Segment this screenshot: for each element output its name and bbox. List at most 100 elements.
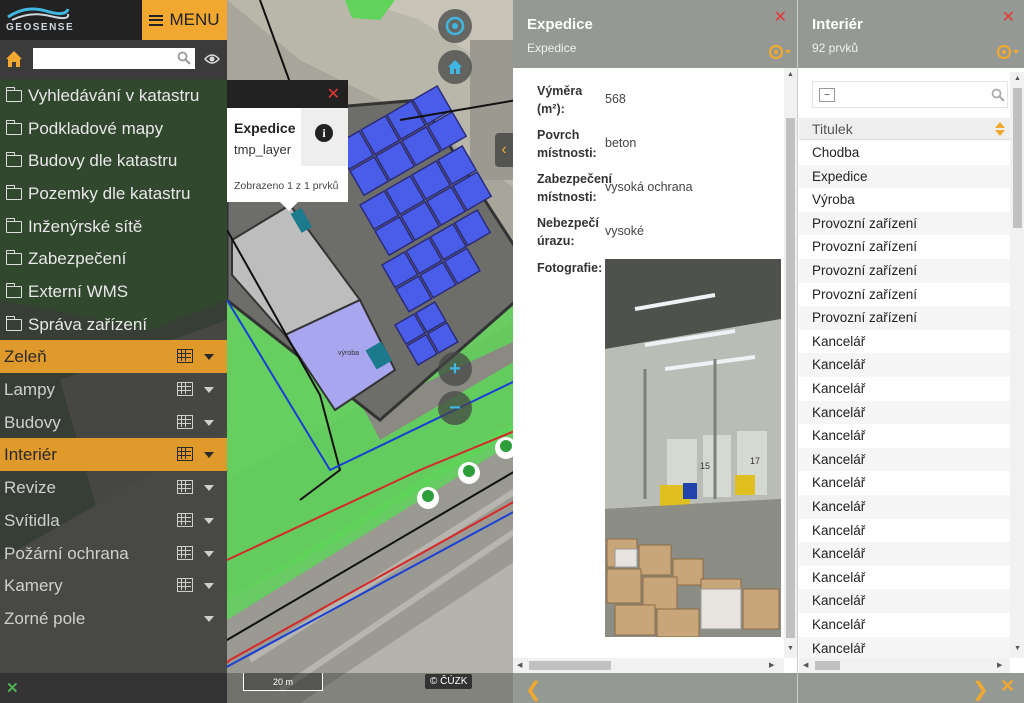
folder-sprava-zarizeni[interactable]: Správa zařízení bbox=[0, 308, 227, 341]
list-item[interactable]: Kancelář bbox=[799, 519, 1010, 543]
list-item[interactable]: Kancelář bbox=[799, 613, 1010, 637]
scroll-left-icon[interactable]: ◀ bbox=[803, 661, 808, 669]
layer-budovy[interactable]: Budovy bbox=[0, 406, 227, 439]
search-icon[interactable] bbox=[177, 51, 191, 65]
folder-budovy[interactable]: Budovy dle katastru bbox=[0, 144, 227, 177]
scrollbar-thumb[interactable] bbox=[786, 118, 795, 638]
chevron-down-icon[interactable] bbox=[204, 551, 214, 557]
list-item[interactable]: Kancelář bbox=[799, 636, 1010, 661]
table-icon[interactable] bbox=[177, 415, 193, 429]
folder-vyhledavani[interactable]: Vyhledávání v katastru bbox=[0, 79, 227, 112]
scroll-left-icon[interactable]: ◀ bbox=[517, 661, 522, 669]
list-item[interactable]: Kancelář bbox=[799, 424, 1010, 448]
scrollbar-thumb[interactable] bbox=[529, 661, 611, 670]
scroll-down-icon[interactable]: ▼ bbox=[1014, 645, 1021, 652]
list-item[interactable]: Provozní zařízení bbox=[799, 306, 1010, 330]
popup-title[interactable]: Expedice bbox=[234, 120, 295, 136]
zoom-out-button[interactable]: − bbox=[438, 391, 472, 425]
scroll-right-icon[interactable]: ▶ bbox=[769, 661, 774, 669]
chevron-down-icon[interactable] bbox=[204, 485, 214, 491]
chevron-down-icon[interactable] bbox=[204, 518, 214, 524]
detail-vertical-scrollbar[interactable]: ▲ ▼ bbox=[784, 68, 797, 658]
attribution-badge[interactable]: © ČÚZK bbox=[425, 674, 473, 689]
search-icon[interactable] bbox=[991, 88, 1005, 102]
folder-externi-wms[interactable]: Externí WMS bbox=[0, 275, 227, 308]
chevron-down-icon[interactable] bbox=[204, 452, 214, 458]
menu-button[interactable]: MENU bbox=[142, 0, 227, 40]
list-item[interactable]: Chodba bbox=[799, 141, 1010, 165]
home-map-button[interactable] bbox=[438, 50, 472, 84]
layer-kamery[interactable]: Kamery bbox=[0, 569, 227, 602]
list-item[interactable]: Výroba bbox=[799, 188, 1010, 212]
chevron-down-icon[interactable] bbox=[204, 354, 214, 360]
filter-operator-select[interactable]: ~ bbox=[819, 88, 835, 102]
collapse-panel-button[interactable]: ‹ bbox=[495, 133, 513, 167]
list-item[interactable]: Provozní zařízení bbox=[799, 235, 1010, 259]
table-icon[interactable] bbox=[177, 447, 193, 461]
layer-interier[interactable]: Interiér bbox=[0, 438, 227, 471]
folder-pozemky[interactable]: Pozemky dle katastru bbox=[0, 177, 227, 210]
chevron-down-icon[interactable] bbox=[204, 387, 214, 393]
close-icon[interactable]: ✕ bbox=[327, 84, 340, 104]
chevron-down-icon[interactable] bbox=[204, 583, 214, 589]
home-icon[interactable] bbox=[5, 50, 23, 68]
layer-svitidla[interactable]: Svítidla bbox=[0, 504, 227, 537]
locate-button[interactable] bbox=[438, 9, 472, 43]
scrollbar-thumb[interactable] bbox=[1013, 88, 1022, 228]
table-icon[interactable] bbox=[177, 513, 193, 527]
column-header-titulek[interactable]: Titulek bbox=[799, 118, 1010, 140]
eye-icon[interactable] bbox=[204, 53, 220, 65]
list-item[interactable]: Kancelář bbox=[799, 495, 1010, 519]
detail-body[interactable]: Výměra (m²): 568 Povrch místnosti: beton… bbox=[513, 68, 784, 658]
detail-horizontal-scrollbar[interactable]: ◀ ▶ bbox=[513, 658, 784, 673]
list-item[interactable]: Kancelář bbox=[799, 377, 1010, 401]
folder-podkladove-mapy[interactable]: Podkladové mapy bbox=[0, 112, 227, 145]
close-icon[interactable]: ✕ bbox=[6, 679, 19, 697]
list-vertical-scrollbar[interactable]: ▲ ▼ bbox=[1010, 72, 1024, 658]
settings-dropdown-icon[interactable] bbox=[767, 43, 793, 61]
filter-input[interactable]: ~ bbox=[812, 81, 1008, 108]
scroll-down-icon[interactable]: ▼ bbox=[787, 645, 794, 652]
close-icon[interactable]: ✕ bbox=[774, 7, 787, 27]
list-item[interactable]: Kancelář bbox=[799, 471, 1010, 495]
table-icon[interactable] bbox=[177, 349, 193, 363]
layer-zorne-pole[interactable]: Zorné pole bbox=[0, 602, 227, 635]
close-icon[interactable]: ✕ bbox=[1000, 676, 1015, 697]
scroll-right-icon[interactable]: ▶ bbox=[997, 661, 1002, 669]
chevron-down-icon[interactable] bbox=[204, 420, 214, 426]
table-icon[interactable] bbox=[177, 546, 193, 560]
table-icon[interactable] bbox=[177, 480, 193, 494]
back-chevron-icon[interactable]: ❮ bbox=[525, 677, 542, 702]
list-item[interactable]: Kancelář bbox=[799, 566, 1010, 590]
layer-pozarni-ochrana[interactable]: Požární ochrana bbox=[0, 537, 227, 570]
close-icon[interactable]: ✕ bbox=[1002, 7, 1015, 27]
warehouse-photo[interactable]: 15 17 bbox=[605, 259, 781, 637]
list-item[interactable]: Provozní zařízení bbox=[799, 283, 1010, 307]
list-horizontal-scrollbar[interactable]: ◀ ▶ bbox=[799, 658, 1010, 673]
list-item[interactable]: Kancelář bbox=[799, 447, 1010, 472]
zoom-in-button[interactable]: + bbox=[438, 352, 472, 386]
settings-dropdown-icon[interactable] bbox=[995, 43, 1021, 61]
layer-zelen[interactable]: Zeleň bbox=[0, 340, 227, 373]
sort-icon[interactable] bbox=[995, 122, 1005, 136]
folder-zabezpeceni[interactable]: Zabezpečení bbox=[0, 242, 227, 275]
folder-inzenyrske-site[interactable]: Inženýrské sítě bbox=[0, 210, 227, 243]
chevron-down-icon[interactable] bbox=[204, 616, 214, 622]
table-icon[interactable] bbox=[177, 382, 193, 396]
list-item[interactable]: Expedice bbox=[799, 164, 1010, 189]
next-chevron-icon[interactable]: ❯ bbox=[972, 677, 989, 702]
search-input[interactable] bbox=[33, 48, 195, 69]
list-item[interactable]: Kancelář bbox=[799, 589, 1010, 613]
scroll-up-icon[interactable]: ▲ bbox=[787, 71, 794, 78]
layer-lampy[interactable]: Lampy bbox=[0, 373, 227, 406]
scroll-up-icon[interactable]: ▲ bbox=[1014, 75, 1021, 82]
popup-info-button[interactable]: i bbox=[301, 108, 348, 166]
list-item[interactable]: Kancelář bbox=[799, 400, 1010, 425]
table-icon[interactable] bbox=[177, 578, 193, 592]
scrollbar-thumb[interactable] bbox=[815, 661, 840, 670]
list-item[interactable]: Kancelář bbox=[799, 542, 1010, 566]
list-item[interactable]: Kancelář bbox=[799, 353, 1010, 377]
list-item[interactable]: Kancelář bbox=[799, 330, 1010, 354]
list-item[interactable]: Provozní zařízení bbox=[799, 211, 1010, 236]
layer-revize[interactable]: Revize bbox=[0, 471, 227, 504]
